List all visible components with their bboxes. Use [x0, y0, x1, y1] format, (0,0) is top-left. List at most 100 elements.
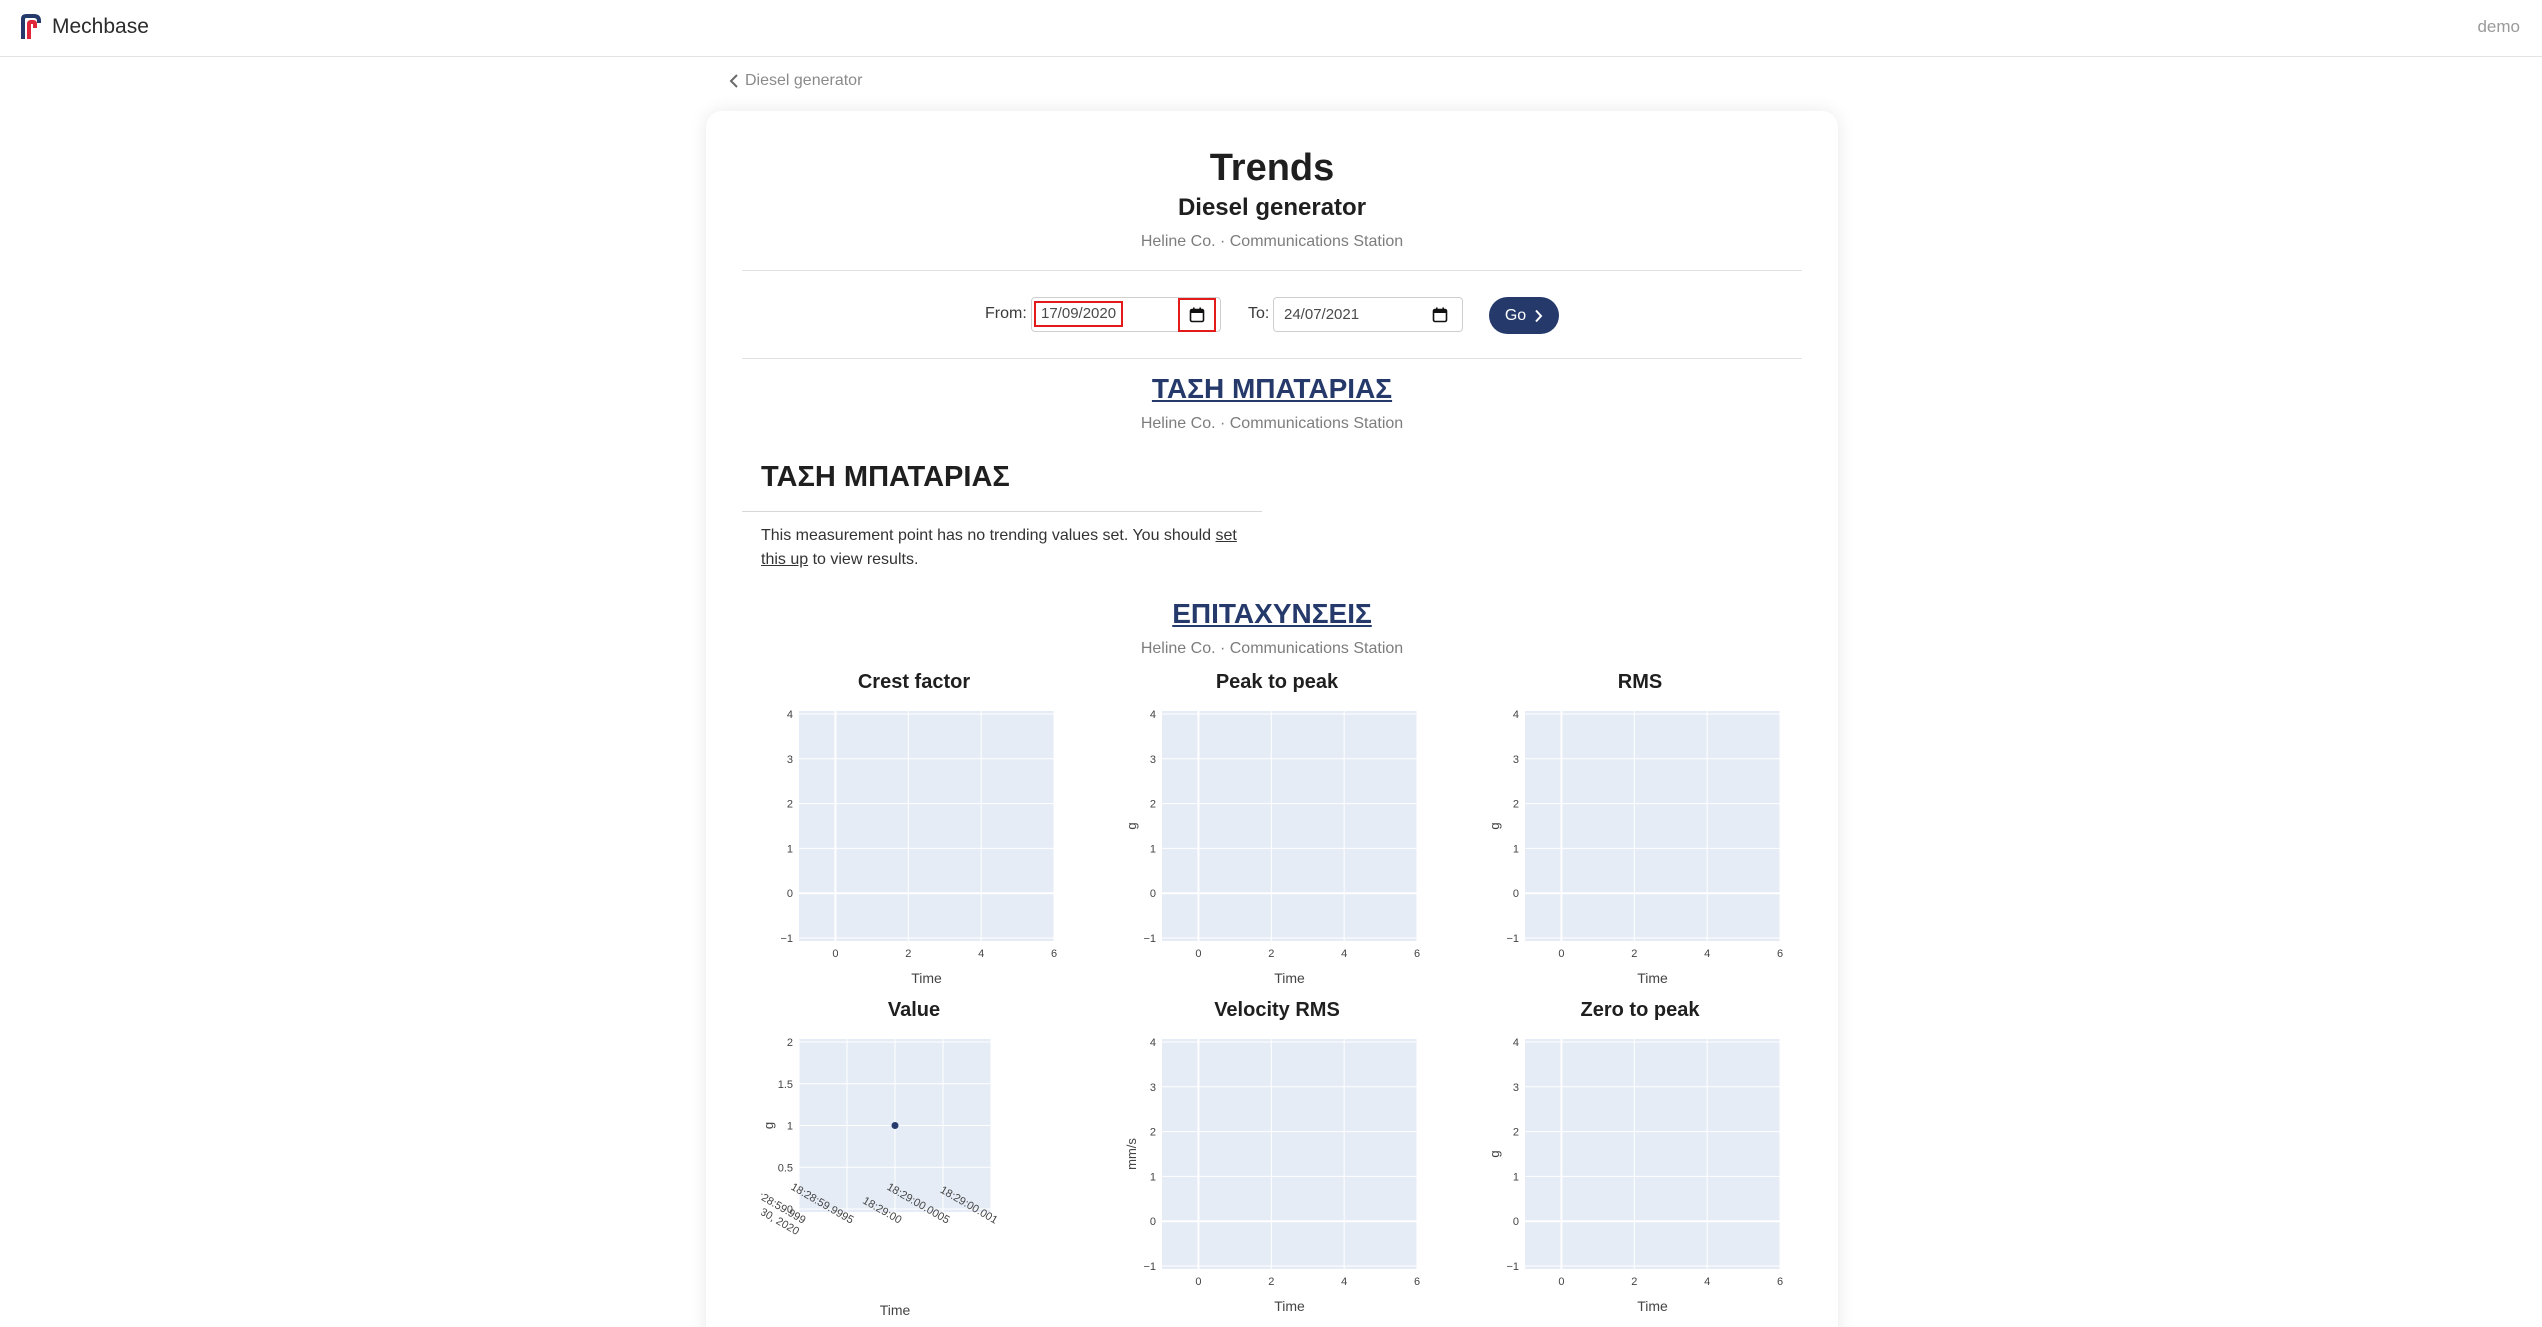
section-location: Heline Co. · Communications Station [1140, 640, 1404, 657]
y-tick-label: 1 [787, 1121, 793, 1133]
plot-area[interactable] [1162, 1039, 1417, 1269]
y-axis-label: g [1124, 822, 1139, 829]
y-tick-label: 2 [1513, 1127, 1519, 1139]
section-header-acceleration: ΕΠΙΤΑΧΥΝΣΕΙΣ [706, 598, 1838, 630]
plot-area[interactable] [799, 711, 1054, 941]
divider [742, 358, 1802, 359]
x-tick-label: 2 [1631, 948, 1637, 960]
y-tick-label: 3 [1150, 754, 1156, 766]
y-tick-label: −1 [1143, 933, 1156, 945]
user-menu-link[interactable]: demo [2477, 17, 2520, 37]
x-axis-label: Time [880, 1302, 911, 1318]
x-tick-label: 2 [1268, 1276, 1274, 1288]
y-tick-label: 1 [1513, 843, 1519, 855]
y-tick-label: 3 [1513, 1082, 1519, 1094]
y-tick-label: 1 [1513, 1171, 1519, 1183]
y-axis-label: g [1487, 1150, 1502, 1157]
brand-link[interactable]: Mechbase [20, 14, 149, 40]
brand-name: Mechbase [52, 15, 149, 38]
x-tick-label: 2 [905, 948, 911, 960]
measurement-point-title: ΤΑΣΗ ΜΠΑΤΑΡΙΑΣ [761, 461, 1010, 493]
section-title-link[interactable]: ΤΑΣΗ ΜΠΑΤΑΡΙΑΣ [1152, 373, 1392, 404]
y-tick-label: 0 [1150, 888, 1156, 900]
x-tick-label: 2 [1631, 1276, 1637, 1288]
chart-title: RMS [1617, 671, 1663, 693]
y-tick-label: 1 [1150, 843, 1156, 855]
y-tick-label: 3 [1150, 1082, 1156, 1094]
breadcrumb-label: Diesel generator [745, 72, 863, 89]
plot-area[interactable] [1525, 1039, 1780, 1269]
y-tick-label: 3 [1513, 754, 1519, 766]
divider [742, 270, 1802, 271]
to-calendar-button[interactable] [1429, 304, 1451, 326]
x-tick-label: 0 [1195, 1276, 1201, 1288]
go-button[interactable]: Go [1489, 297, 1559, 334]
x-tick-label: 6 [1414, 948, 1420, 960]
y-tick-label: 0 [1513, 888, 1519, 900]
y-tick-label: 2 [1150, 1127, 1156, 1139]
x-tick-label: 4 [1704, 948, 1710, 960]
x-tick-label: 0 [1195, 948, 1201, 960]
date-range-form: From: 17/09/2020 To: 24/07/2021 Go [706, 295, 1838, 335]
y-tick-label: −1 [780, 933, 793, 945]
x-tick-label: 4 [1341, 1276, 1347, 1288]
chart-zero-to-peak[interactable]: −1 0 1 2 3 4 0 2 4 6 Time g [1487, 1031, 1807, 1327]
to-date-input[interactable]: 24/07/2021 [1273, 297, 1463, 332]
chart-crest-factor[interactable]: −1 0 1 2 3 4 0 2 4 6 Time [761, 703, 1081, 1003]
plot-area[interactable] [1162, 711, 1417, 941]
to-label: To: [1248, 305, 1270, 322]
chart-title: Crest factor [857, 671, 971, 693]
x-axis-label: Time [1637, 970, 1668, 986]
x-tick-label: 6 [1051, 948, 1057, 960]
y-tick-label: −1 [1143, 1261, 1156, 1273]
go-button-label: Go [1504, 306, 1527, 324]
chart-title: Zero to peak [1580, 999, 1700, 1021]
x-tick-label: 0 [1558, 1276, 1564, 1288]
data-point[interactable] [891, 1122, 899, 1129]
no-trend-message: This measurement point has no trending v… [761, 524, 1251, 572]
x-tick-label: 0 [832, 948, 838, 960]
section-location: Heline Co. · Communications Station [1140, 415, 1404, 432]
y-tick-label: 4 [1150, 709, 1156, 721]
back-breadcrumb[interactable]: Diesel generator [729, 72, 862, 90]
y-tick-label: 4 [1513, 709, 1519, 721]
chart-title: Velocity RMS [1214, 999, 1340, 1021]
x-axis-label: Time [1274, 970, 1305, 986]
section-header-battery: ΤΑΣΗ ΜΠΑΤΑΡΙΑΣ [706, 373, 1838, 405]
x-tick-label: 4 [1341, 948, 1347, 960]
y-tick-label: 0.5 [778, 1162, 793, 1174]
calendar-icon [1189, 307, 1205, 323]
chart-rms[interactable]: −1 0 1 2 3 4 0 2 4 6 Time g [1487, 703, 1807, 1003]
to-date-value[interactable]: 24/07/2021 [1284, 306, 1359, 323]
calendar-icon [1432, 307, 1448, 323]
chevron-left-icon [729, 74, 738, 88]
plot-area[interactable] [1525, 711, 1780, 941]
y-tick-label: 2 [1513, 799, 1519, 811]
x-tick-label: 4 [1704, 1276, 1710, 1288]
from-date-input[interactable]: 17/09/2020 [1031, 297, 1221, 332]
y-tick-label: 1 [1150, 1171, 1156, 1183]
section-title-link[interactable]: ΕΠΙΤΑΧΥΝΣΕΙΣ [1172, 598, 1372, 629]
from-calendar-button[interactable] [1178, 298, 1216, 332]
y-axis-label: g [1487, 822, 1502, 829]
y-tick-label: 1.5 [778, 1079, 793, 1091]
y-tick-label: 2 [1150, 799, 1156, 811]
x-axis-label: Time [1637, 1298, 1668, 1314]
message-text: to view results. [808, 551, 919, 568]
x-tick-label: 0 [1558, 948, 1564, 960]
chart-velocity-rms[interactable]: −1 0 1 2 3 4 0 2 4 6 Time mm/s [1124, 1031, 1444, 1327]
y-tick-label: 0 [787, 888, 793, 900]
chart-value[interactable]: 00.511.5218:28:59.999Sep 30, 202018:28:5… [761, 1031, 1081, 1327]
x-tick-label: 6 [1777, 1276, 1783, 1288]
y-tick-label: 4 [787, 709, 793, 721]
from-label: From: [985, 305, 1027, 322]
asset-location: Heline Co. · Communications Station [1140, 233, 1404, 250]
y-tick-label: −1 [1506, 933, 1519, 945]
from-date-value[interactable]: 17/09/2020 [1033, 301, 1124, 327]
chart-peak-to-peak[interactable]: −1 0 1 2 3 4 0 2 4 6 Time g [1124, 703, 1444, 1003]
x-tick-label: 6 [1777, 948, 1783, 960]
y-tick-label: 2 [787, 1037, 793, 1049]
y-axis-label: mm/s [1124, 1138, 1139, 1170]
trends-card: Trends Diesel generator Heline Co. · Com… [706, 111, 1838, 1327]
top-navbar: Mechbase demo [0, 0, 2542, 57]
